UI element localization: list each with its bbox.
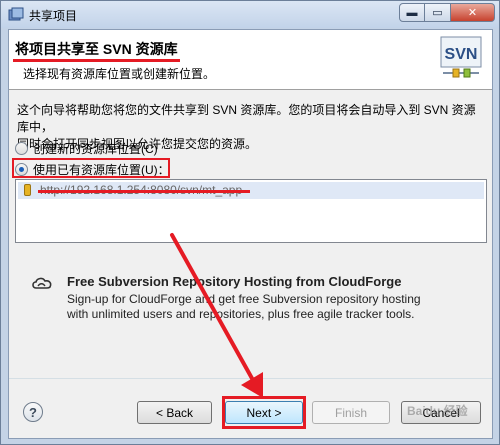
repository-row[interactable]: http://192.168.1.254:8080/svn/mt_app [18, 182, 484, 199]
minimize-button[interactable]: ▬ [399, 3, 425, 22]
annotation-box-next [222, 396, 306, 429]
finish-button[interactable]: Finish [312, 401, 390, 424]
repository-icon [24, 184, 31, 196]
share-project-icon [8, 7, 24, 21]
footer-separator [9, 378, 492, 379]
create-new-label: 创建新的资源库位置(C) [33, 142, 158, 156]
wizard-banner: 将项目共享至 SVN 资源库 选择现有资源库位置或创建新位置。 SVN [9, 30, 492, 90]
help-button[interactable]: ? [23, 402, 43, 422]
cloudforge-title[interactable]: Free Subversion Repository Hosting from … [67, 274, 401, 289]
minimize-icon: ▬ [406, 6, 418, 19]
window-controls: ▬ ▭ ✕ [399, 3, 495, 23]
annotation-strike [38, 190, 250, 193]
maximize-icon: ▭ [432, 7, 443, 19]
close-icon: ✕ [467, 7, 478, 19]
watermark: Baidu 经验 [407, 404, 468, 418]
page-title: 将项目共享至 SVN 资源库 [15, 41, 178, 57]
cloudforge-line-2: with unlimited users and repositories, p… [67, 307, 415, 321]
back-button[interactable]: < Back [137, 401, 212, 424]
repository-list[interactable]: http://192.168.1.254:8080/svn/mt_app [15, 179, 487, 243]
maximize-button[interactable]: ▭ [425, 3, 451, 22]
window-title: 共享项目 [29, 9, 78, 23]
cloudforge-icon [32, 277, 52, 289]
svn-logo-icon: SVN [440, 36, 482, 78]
annotation-box-existing [12, 158, 170, 178]
create-new-radio[interactable] [15, 142, 28, 155]
cloudforge-description: Sign-up for CloudForge and get free Subv… [67, 292, 487, 322]
svn-logo-text: SVN [445, 46, 478, 63]
annotation-underline [13, 59, 180, 62]
intro-line-1: 这个向导将帮助您将您的文件共享到 SVN 资源库。您的项目将会自动导入到 SVN… [17, 103, 476, 134]
help-icon: ? [29, 404, 37, 420]
create-new-location-option[interactable]: 创建新的资源库位置(C) [15, 140, 158, 157]
wizard-content: 将项目共享至 SVN 资源库 选择现有资源库位置或创建新位置。 SVN 这个向导… [8, 29, 493, 439]
title-bar[interactable]: 共享项目 ▬ ▭ ✕ [1, 1, 499, 28]
close-button[interactable]: ✕ [451, 3, 495, 22]
page-description: 选择现有资源库位置或创建新位置。 [23, 67, 216, 81]
share-project-window: 共享项目 ▬ ▭ ✕ 将项目共享至 SVN 资源库 选择现有资源库位置或创建新位… [0, 0, 500, 445]
cloudforge-line-1: Sign-up for CloudForge and get free Subv… [67, 292, 421, 306]
